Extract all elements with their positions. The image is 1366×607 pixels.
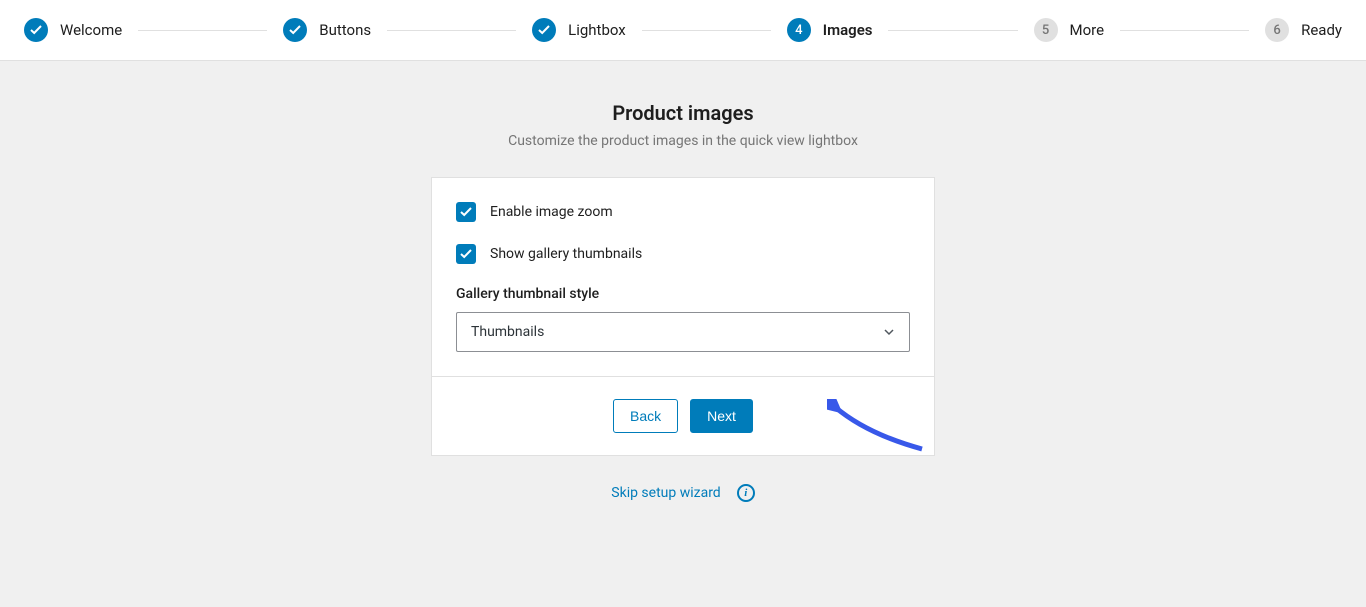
step-label: Images (823, 21, 873, 39)
step-lightbox[interactable]: Lightbox (532, 18, 626, 42)
step-label: More (1070, 21, 1105, 39)
page-title: Product images (612, 101, 753, 125)
settings-card: Enable image zoom Show gallery thumbnail… (431, 177, 935, 456)
next-button[interactable]: Next (690, 399, 753, 433)
step-images[interactable]: 4 Images (787, 18, 873, 42)
skip-row: Skip setup wizard i (611, 484, 754, 502)
step-connector (138, 30, 267, 31)
card-footer: Back Next (432, 376, 934, 455)
stepper-bar: Welcome Buttons Lightbox 4 Images 5 More… (0, 0, 1366, 61)
info-icon[interactable]: i (737, 484, 755, 502)
main-content: Product images Customize the product ima… (0, 61, 1366, 542)
check-icon (460, 248, 472, 260)
page-subtitle: Customize the product images in the quic… (508, 133, 858, 149)
step-connector (387, 30, 516, 31)
step-label: Buttons (319, 21, 371, 39)
step-buttons[interactable]: Buttons (283, 18, 371, 42)
check-icon (24, 18, 48, 42)
step-number-icon: 4 (787, 18, 811, 42)
annotation-arrow-icon (827, 399, 937, 459)
chevron-down-icon (883, 326, 895, 338)
skip-setup-link[interactable]: Skip setup wizard (611, 485, 720, 501)
gallery-style-select[interactable]: Thumbnails (456, 312, 910, 352)
step-connector (888, 30, 1017, 31)
step-number-icon: 5 (1034, 18, 1058, 42)
show-thumbnails-checkbox[interactable] (456, 244, 476, 264)
gallery-style-label: Gallery thumbnail style (456, 286, 910, 302)
step-number-icon: 6 (1265, 18, 1289, 42)
gallery-style-value: Thumbnails (471, 324, 544, 340)
enable-zoom-checkbox[interactable] (456, 202, 476, 222)
step-welcome[interactable]: Welcome (24, 18, 122, 42)
enable-zoom-row: Enable image zoom (456, 202, 910, 222)
step-connector (642, 30, 771, 31)
show-thumbnails-label: Show gallery thumbnails (490, 246, 642, 262)
enable-zoom-label: Enable image zoom (490, 204, 613, 220)
back-button[interactable]: Back (613, 399, 678, 433)
step-ready[interactable]: 6 Ready (1265, 18, 1342, 42)
check-icon (532, 18, 556, 42)
show-thumbnails-row: Show gallery thumbnails (456, 244, 910, 264)
step-label: Ready (1301, 21, 1342, 39)
step-label: Welcome (60, 21, 122, 39)
step-label: Lightbox (568, 21, 626, 39)
step-connector (1120, 30, 1249, 31)
check-icon (283, 18, 307, 42)
step-more[interactable]: 5 More (1034, 18, 1105, 42)
check-icon (460, 206, 472, 218)
